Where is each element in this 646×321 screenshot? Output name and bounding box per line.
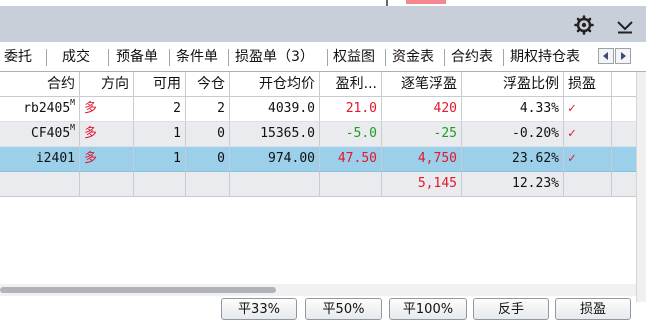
open-price-cell: 974.00	[230, 147, 320, 171]
table-row[interactable]: rb2405M 多 2 2 4039.0 21.0 420 4.33% ✓	[0, 97, 636, 122]
top-fragment	[406, 0, 446, 4]
contract-cell: rb2405M	[0, 97, 80, 121]
horizontal-scrollbar[interactable]	[0, 284, 636, 296]
tab-prepared-orders[interactable]: 预备单	[112, 43, 162, 71]
close-50-button[interactable]: 平50%	[305, 298, 382, 320]
tab-trades[interactable]: 成交	[58, 43, 94, 71]
gear-icon[interactable]	[573, 14, 595, 36]
profit-cell: 47.50	[320, 147, 382, 171]
available-cell: 1	[134, 147, 186, 171]
profit-cell: -5.0	[320, 122, 382, 146]
available-cell: 1	[134, 122, 186, 146]
chevron-down-icon[interactable]	[614, 14, 636, 36]
total-float-pnl: 5,145	[382, 172, 462, 196]
today-cell: 0	[186, 122, 230, 146]
tab-divider	[385, 49, 386, 66]
tab-divider	[228, 49, 229, 66]
stop-check-icon[interactable]: ✓	[564, 147, 612, 171]
stop-profit-button[interactable]: 损盈	[555, 298, 631, 320]
tab-divider	[327, 49, 328, 66]
column-header-ratio[interactable]: 浮盈比例	[462, 72, 564, 96]
stop-check-icon[interactable]: ✓	[564, 122, 612, 146]
total-ratio: 12.23%	[462, 172, 564, 196]
horizontal-scrollbar-thumb[interactable]	[0, 287, 276, 293]
total-row: 5,145 12.23%	[0, 172, 636, 197]
tab-divider	[169, 49, 170, 66]
empty-cell	[186, 172, 230, 196]
empty-cell	[564, 172, 612, 196]
tab-contracts[interactable]: 合约表	[447, 43, 497, 71]
table-row[interactable]: CF405M 多 1 0 15365.0 -5.0 -25 -0.20% ✓	[0, 122, 636, 147]
close-100-button[interactable]: 平100%	[389, 298, 467, 320]
available-cell: 2	[134, 97, 186, 121]
contract-code: rb2405	[23, 101, 71, 116]
column-header-contract[interactable]: 合约	[0, 72, 80, 96]
tab-equity-chart[interactable]: 权益图	[329, 43, 379, 71]
empty-cell	[0, 172, 80, 196]
float-pnl-cell: -25	[382, 122, 462, 146]
direction-cell: 多	[80, 147, 134, 171]
tab-funds[interactable]: 资金表	[388, 43, 438, 71]
tab-divider	[108, 49, 109, 66]
empty-cell	[320, 172, 382, 196]
tab-bar: 委托 成交 预备单 条件单 损盈单（3） 权益图 资金表 合约表 期权持仓表	[0, 43, 646, 72]
empty-cell	[134, 172, 186, 196]
float-pnl-cell: 4,750	[382, 147, 462, 171]
contract-marker: M	[70, 123, 75, 132]
close-33-button[interactable]: 平33%	[221, 298, 297, 320]
tab-option-positions[interactable]: 期权持仓表	[506, 43, 584, 71]
table-row-selected[interactable]: i2401 多 1 0 974.00 47.50 4,750 23.62% ✓	[0, 147, 636, 172]
tab-stop-profit-orders[interactable]: 损盈单（3）	[231, 43, 318, 71]
tab-conditional-orders[interactable]: 条件单	[172, 43, 222, 71]
tab-entrust[interactable]: 委托	[0, 43, 36, 71]
empty-cell	[230, 172, 320, 196]
tab-divider	[444, 49, 445, 66]
arrow-right-icon	[621, 52, 626, 60]
empty-cell	[80, 172, 134, 196]
open-price-cell: 4039.0	[230, 97, 320, 121]
column-header-open-price[interactable]: 开仓均价	[230, 72, 320, 96]
tab-scroll-left-button[interactable]	[598, 48, 614, 64]
contract-cell: i2401	[0, 147, 80, 171]
float-pnl-cell: 420	[382, 97, 462, 121]
direction-cell: 多	[80, 97, 134, 121]
today-cell: 2	[186, 97, 230, 121]
ratio-cell: -0.20%	[462, 122, 564, 146]
today-cell: 0	[186, 147, 230, 171]
ratio-cell: 4.33%	[462, 97, 564, 121]
tab-scroll-right-button[interactable]	[615, 48, 631, 64]
contract-code: CF405	[31, 126, 71, 141]
column-header-available[interactable]: 可用	[134, 72, 186, 96]
column-header-stop[interactable]: 损盈	[564, 72, 612, 96]
panel-header	[0, 6, 646, 42]
table-header: 合约 方向 可用 今仓 开仓均价 盈利... 逐笔浮盈 浮盈比例 损盈	[0, 72, 636, 97]
stop-check-icon[interactable]: ✓	[564, 97, 612, 121]
ratio-cell: 23.62%	[462, 147, 564, 171]
reverse-button[interactable]: 反手	[473, 298, 549, 320]
open-price-cell: 15365.0	[230, 122, 320, 146]
column-header-direction[interactable]: 方向	[80, 72, 134, 96]
column-header-today[interactable]: 今仓	[186, 72, 230, 96]
tab-divider	[46, 49, 47, 66]
profit-cell: 21.0	[320, 97, 382, 121]
column-header-float-pnl[interactable]: 逐笔浮盈	[382, 72, 462, 96]
vertical-scrollbar[interactable]	[636, 72, 646, 302]
arrow-left-icon	[603, 52, 608, 60]
direction-cell: 多	[80, 122, 134, 146]
contract-code: i2401	[35, 151, 75, 166]
contract-marker: M	[70, 98, 75, 107]
contract-cell: CF405M	[0, 122, 80, 146]
column-header-profit[interactable]: 盈利...	[320, 72, 382, 96]
tab-divider	[503, 49, 504, 66]
